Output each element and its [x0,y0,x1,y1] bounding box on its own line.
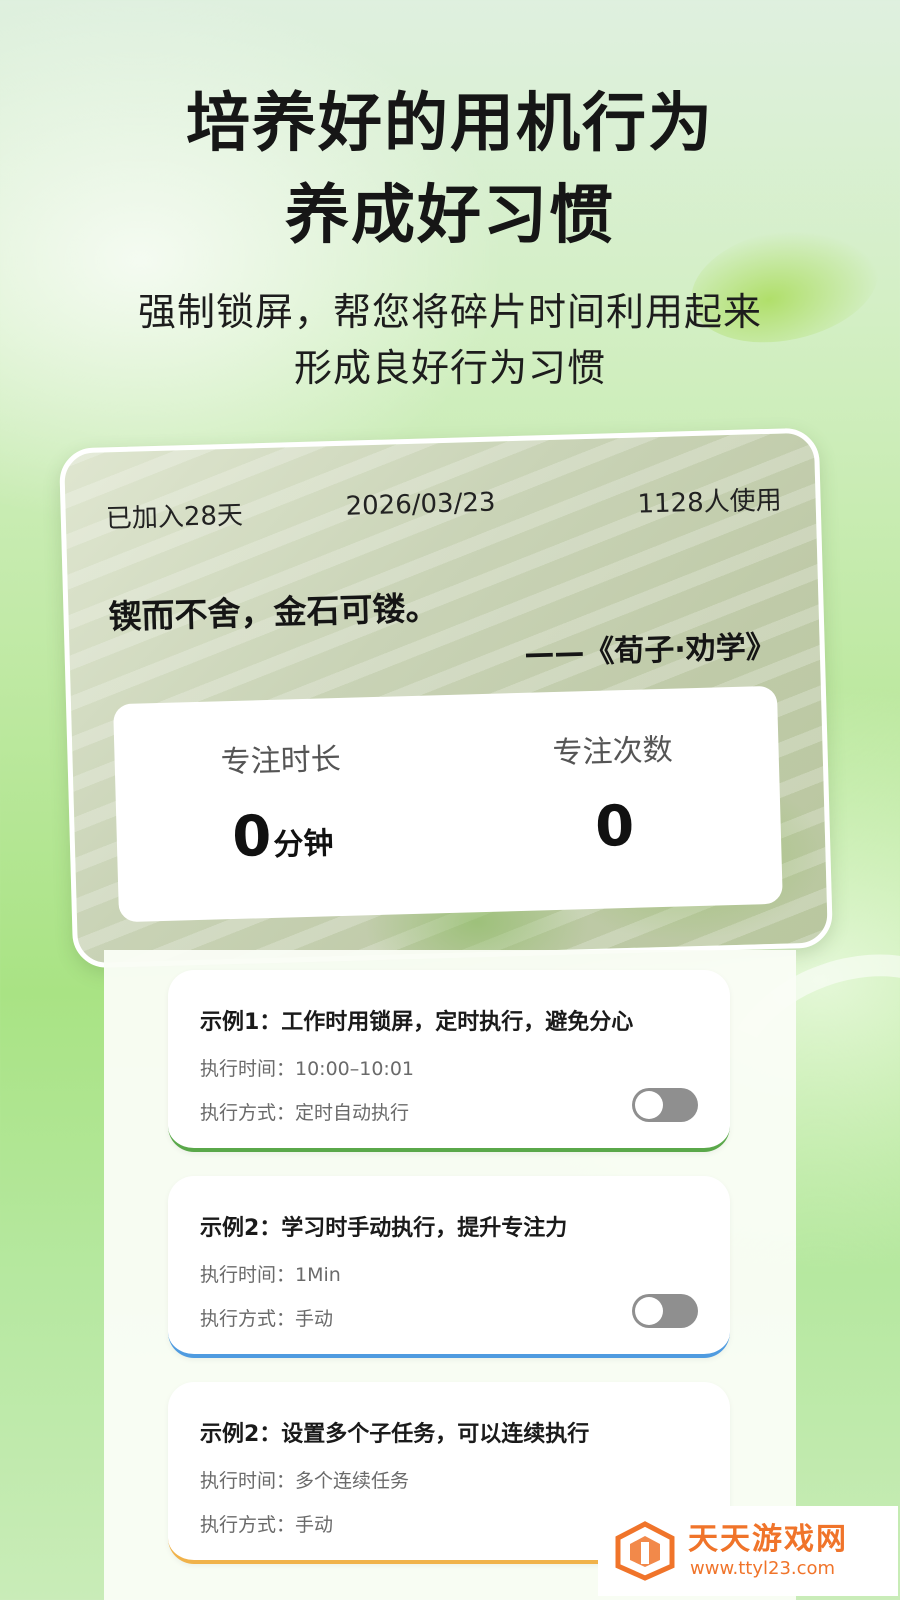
daily-quote: 锲而不舍，金石可镂。 [108,588,440,637]
focus-duration-unit: 分钟 [273,826,334,863]
hero-info-row: 已加入28天 2026/03/23 1128人使用 [105,480,782,539]
joined-days: 已加入28天 [105,500,244,535]
toggle-knob [635,1091,663,1119]
promo-headline: 培养好的用机行为 养成好习惯 [0,78,900,262]
focus-duration-value: 0分钟 [116,799,450,873]
watermark-url: www.ttyl23.com [690,1558,836,1579]
headline-line-2: 养成好习惯 [285,179,615,253]
task-list-panel: 示例1：工作时用锁屏，定时执行，避免分心 执行时间：10:00–10:01 执行… [104,950,796,1600]
quote-source: ——《荀子·劝学》 [523,629,777,672]
subline-line-1: 强制锁屏，帮您将碎片时间利用起来 [137,290,762,334]
task-time: 执行时间：10:00–10:01 [200,1058,415,1080]
task-mode: 执行方式：定时自动执行 [200,1102,410,1124]
task-mode: 执行方式：手动 [200,1308,334,1330]
watermark-logo-icon [615,1521,675,1581]
focus-hero-card: 已加入28天 2026/03/23 1128人使用 锲而不舍，金石可镂。 ——《… [58,427,834,969]
watermark-name: 天天游戏网 [688,1522,848,1557]
task-title: 示例1：工作时用锁屏，定时执行，避免分心 [200,1010,634,1035]
focus-count-value: 0 [594,793,636,860]
task-mode: 执行方式：手动 [200,1514,334,1536]
focus-stats-panel: 专注时长 0分钟 专注次数 0 [113,685,783,923]
task-toggle[interactable] [632,1294,698,1328]
user-count: 1128人使用 [637,485,783,520]
focus-count-label: 专注次数 [552,732,674,772]
task-time: 执行时间：多个连续任务 [200,1470,410,1492]
headline-line-1: 培养好的用机行为 [186,87,714,161]
task-title: 示例2：设置多个子任务，可以连续执行 [200,1422,590,1447]
focus-count-stat: 专注次数 0 [445,686,783,913]
task-time: 执行时间：1Min [200,1264,341,1286]
promo-subline: 强制锁屏，帮您将碎片时间利用起来 形成良好行为习惯 [0,284,900,396]
task-card[interactable]: 示例2：学习时手动执行，提升专注力 执行时间：1Min 执行方式：手动 [168,1176,730,1358]
focus-duration-number: 0 [231,803,273,871]
focus-duration-stat: 专注时长 0分钟 [113,695,451,922]
site-watermark: 天天游戏网 www.ttyl23.com [598,1506,898,1596]
task-title: 示例2：学习时手动执行，提升专注力 [200,1216,568,1241]
task-toggle[interactable] [632,1088,698,1122]
subline-line-2: 形成良好行为习惯 [293,346,606,390]
current-date: 2026/03/23 [345,487,496,522]
focus-duration-label: 专注时长 [220,741,342,781]
task-card[interactable]: 示例1：工作时用锁屏，定时执行，避免分心 执行时间：10:00–10:01 执行… [168,970,730,1152]
toggle-knob [635,1297,663,1325]
